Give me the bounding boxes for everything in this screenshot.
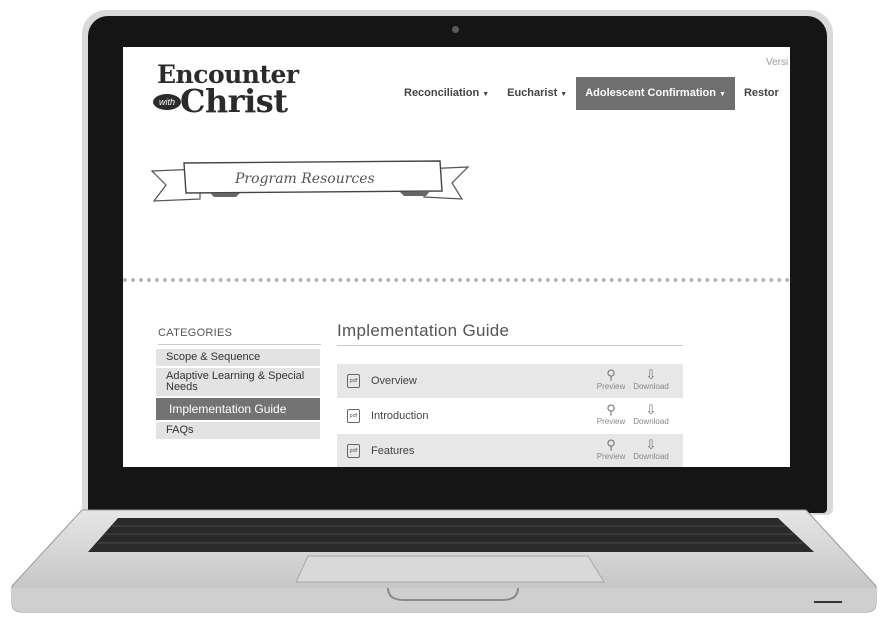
categories-heading: CATEGORIES: [158, 327, 233, 339]
caret-down-icon: ▼: [560, 91, 568, 98]
download-label: Download: [633, 417, 669, 426]
nav-item-adolescent-confirmation[interactable]: Adolescent Confirmation ▼: [576, 77, 735, 110]
resource-title[interactable]: Introduction: [371, 410, 428, 422]
download-label: Download: [633, 382, 669, 391]
categories-rule: [158, 344, 321, 345]
website-screen: Encounter with Christ Versi Reconciliati…: [123, 47, 790, 467]
category-scope-sequence[interactable]: Scope & Sequence: [156, 349, 320, 366]
nav-item-eucharist[interactable]: Eucharist ▼: [498, 77, 576, 110]
arrow-down-icon: ⇩: [645, 367, 657, 382]
preview-label: Preview: [596, 452, 626, 461]
version-link[interactable]: Versi: [766, 57, 788, 68]
banner-text: Program Resources: [235, 171, 375, 187]
pdf-file-icon: pdf: [347, 374, 360, 388]
arrow-down-icon: ⇩: [645, 402, 657, 417]
magnifier-icon: ⚲: [606, 402, 616, 417]
nav-item-label: Adolescent Confirmation: [585, 87, 716, 99]
resource-list: pdf Overview ⚲ Preview ⇩ Download pdf Intr…: [337, 364, 683, 467]
nav-item-label: Reconciliation: [404, 87, 480, 99]
nav-item-label: Eucharist: [507, 87, 558, 99]
nav-item-restor[interactable]: Restor: [735, 77, 788, 110]
download-button[interactable]: ⇩ Download: [633, 402, 669, 427]
arrow-down-icon: ⇩: [645, 437, 657, 452]
logo-line2: Christ: [180, 82, 288, 120]
resource-row: pdf Overview ⚲ Preview ⇩ Download: [337, 364, 683, 398]
logo-with-badge: with: [153, 94, 181, 110]
encounter-with-christ-logo[interactable]: Encounter with Christ: [153, 60, 313, 120]
category-faqs[interactable]: FAQs: [156, 422, 320, 439]
category-adaptive-learning[interactable]: Adaptive Learning & Special Needs: [156, 368, 320, 396]
main-nav: Reconciliation ▼ Eucharist ▼ Adolescent Co…: [395, 77, 788, 110]
resource-row: pdf Introduction ⚲ Preview ⇩ Download: [337, 399, 683, 433]
categories-list: Scope & Sequence Adaptive Learning & Spe…: [156, 349, 320, 441]
resource-title[interactable]: Overview: [371, 375, 417, 387]
preview-button[interactable]: ⚲ Preview: [593, 367, 629, 392]
magnifier-icon: ⚲: [606, 437, 616, 452]
preview-label: Preview: [596, 382, 626, 391]
resource-title[interactable]: Features: [371, 445, 414, 457]
nav-item-label: Restor: [743, 87, 779, 99]
download-button[interactable]: ⇩ Download: [633, 367, 669, 392]
dotted-divider: [123, 278, 790, 282]
preview-button[interactable]: ⚲ Preview: [593, 402, 629, 427]
category-implementation-guide[interactable]: Implementation Guide: [156, 398, 320, 420]
program-resources-banner: Program Resources: [150, 159, 470, 207]
camera-icon: [452, 26, 459, 33]
title-rule: [337, 345, 683, 346]
pdf-file-icon: pdf: [347, 409, 360, 423]
page-title: Implementation Guide: [337, 321, 510, 340]
nav-item-reconciliation[interactable]: Reconciliation ▼: [395, 77, 498, 110]
preview-label: Preview: [596, 417, 626, 426]
preview-button[interactable]: ⚲ Preview: [593, 437, 629, 462]
resource-row: pdf Features ⚲ Preview ⇩ Download: [337, 434, 683, 467]
download-label: Download: [633, 452, 669, 461]
download-button[interactable]: ⇩ Download: [633, 437, 669, 462]
laptop-base: [8, 508, 880, 618]
caret-down-icon: ▼: [719, 91, 726, 98]
caret-down-icon: ▼: [482, 91, 490, 98]
magnifier-icon: ⚲: [606, 367, 616, 382]
pdf-file-icon: pdf: [347, 444, 360, 458]
